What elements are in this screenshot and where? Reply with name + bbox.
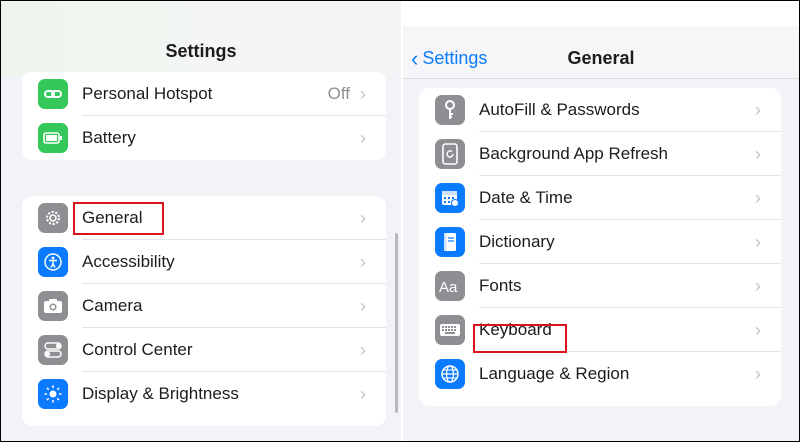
fonts-icon: Aa: [435, 271, 465, 301]
refresh-icon: [435, 139, 465, 169]
globe-icon: [435, 359, 465, 389]
keyboard-icon: [435, 315, 465, 345]
accessibility-icon: [38, 247, 68, 277]
svg-text:Aa: Aa: [439, 279, 458, 295]
settings-item-accessibility[interactable]: Accessibility ›: [22, 240, 386, 284]
top-strip: [403, 1, 799, 26]
settings-item-label: Battery: [82, 128, 136, 147]
calendar-icon: [435, 183, 465, 213]
toggles-icon: [38, 335, 68, 365]
settings-item-label: Accessibility: [82, 252, 175, 271]
settings-item-camera[interactable]: Camera ›: [22, 284, 386, 328]
chevron-right-icon: ›: [755, 99, 761, 120]
general-pane: ‹ Settings General AutoFill & Passwords …: [403, 1, 799, 441]
chevron-right-icon: ›: [360, 207, 366, 228]
general-navbar: ‹ Settings General: [403, 26, 799, 79]
chevron-right-icon: ›: [755, 363, 761, 384]
general-options-group: AutoFill & Passwords › Background App Re…: [419, 88, 781, 406]
settings-item-personal-hotspot[interactable]: Personal Hotspot Off ›: [22, 72, 386, 116]
general-item-date-time[interactable]: Date & Time ›: [419, 176, 781, 220]
chevron-right-icon: ›: [360, 83, 366, 104]
gear-icon: [38, 203, 68, 233]
settings-item-control-center[interactable]: Control Center ›: [22, 328, 386, 372]
chevron-right-icon: ›: [360, 127, 366, 148]
chevron-right-icon: ›: [755, 319, 761, 340]
chevron-right-icon: ›: [755, 187, 761, 208]
general-item-label: Background App Refresh: [479, 144, 669, 163]
settings-item-display-brightness[interactable]: Display & Brightness ›: [22, 372, 386, 416]
chevron-right-icon: ›: [360, 295, 366, 316]
vertical-scrollbar[interactable]: [395, 233, 398, 413]
chevron-right-icon: ›: [755, 231, 761, 252]
sun-icon: [38, 379, 68, 409]
book-icon: [435, 227, 465, 257]
chevron-right-icon: ›: [755, 275, 761, 296]
page-title: General: [567, 48, 635, 68]
general-item-label: Language & Region: [479, 364, 630, 383]
chevron-right-icon: ›: [755, 143, 761, 164]
settings-item-label: Camera: [82, 296, 143, 315]
battery-icon: [38, 123, 68, 153]
chevron-right-icon: ›: [360, 383, 366, 404]
general-item-language-region[interactable]: Language & Region ›: [419, 352, 781, 396]
camera-icon: [38, 291, 68, 321]
settings-item-label: Display & Brightness: [82, 384, 239, 403]
general-item-autofill-passwords[interactable]: AutoFill & Passwords ›: [419, 88, 781, 132]
hotspot-status-value: Off: [327, 84, 350, 103]
settings-item-label: Personal Hotspot: [82, 84, 213, 103]
key-icon: [435, 95, 465, 125]
settings-pane: Settings Personal Hotspot Off › Battery …: [1, 1, 401, 441]
screenshot-frame: Settings Personal Hotspot Off › Battery …: [0, 0, 800, 442]
general-item-label: Fonts: [479, 276, 522, 295]
general-item-label: AutoFill & Passwords: [479, 100, 640, 119]
settings-group-connectivity: Personal Hotspot Off › Battery ›: [22, 72, 386, 160]
keyboard-highlight-box: [473, 324, 567, 353]
settings-navbar: Settings: [1, 1, 401, 77]
general-item-label: Dictionary: [479, 232, 555, 251]
chevron-right-icon: ›: [360, 251, 366, 272]
general-highlight-box: [73, 202, 164, 235]
page-title: Settings: [165, 41, 237, 61]
general-item-label: Date & Time: [479, 188, 573, 207]
settings-item-battery[interactable]: Battery ›: [22, 116, 386, 160]
settings-item-label: Control Center: [82, 340, 193, 359]
general-item-background-app-refresh[interactable]: Background App Refresh ›: [419, 132, 781, 176]
chevron-right-icon: ›: [360, 339, 366, 360]
general-item-dictionary[interactable]: Dictionary ›: [419, 220, 781, 264]
link-icon: [38, 79, 68, 109]
general-item-fonts[interactable]: Aa Fonts ›: [419, 264, 781, 308]
